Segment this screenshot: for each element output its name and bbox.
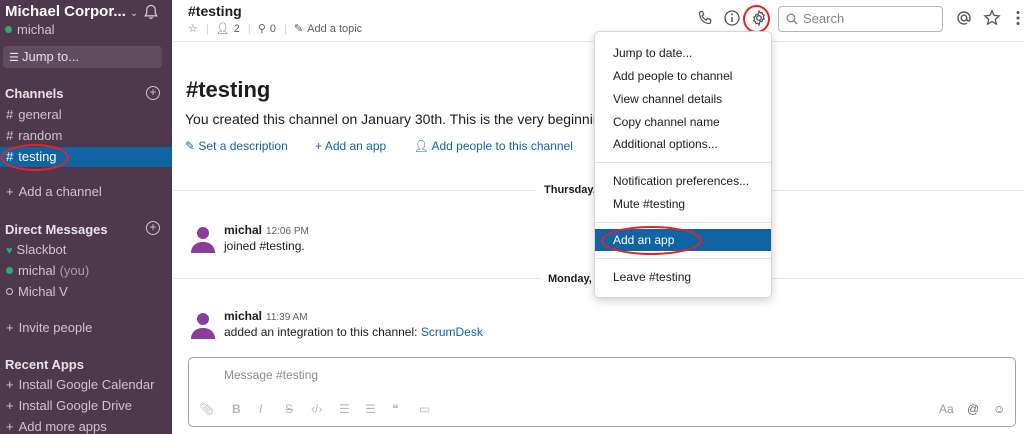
channel-intro-text: You created this channel on January 30th…	[185, 111, 601, 127]
channels-header[interactable]: Channels	[5, 86, 64, 101]
jump-to-button[interactable]: ☰ Jump to...	[3, 46, 162, 68]
ordered-list-icon[interactable]: ☰	[339, 402, 350, 416]
sidebar-app-google-calendar[interactable]: + Install Google Calendar	[0, 375, 172, 395]
avatar[interactable]	[188, 223, 218, 253]
bold-icon[interactable]: B	[232, 402, 241, 416]
channel-settings-menu: Jump to date... Add people to channel Vi…	[594, 31, 772, 298]
sidebar-channel-random[interactable]: # random	[0, 126, 172, 146]
code-block-icon[interactable]: ▭	[419, 402, 430, 416]
formatting-toggle[interactable]: Aa	[939, 402, 954, 416]
channel-meta: ☆ | 👤︎ 2 | ⚲ 0 | ✎ Add a topic	[188, 23, 363, 35]
strikethrough-icon[interactable]: S	[285, 402, 293, 416]
menu-divider	[595, 258, 771, 259]
composer-placeholder: Message #testing	[224, 368, 319, 382]
star-icon[interactable]	[983, 9, 1001, 27]
recent-apps-header: Recent Apps	[5, 357, 84, 372]
attachment-icon[interactable]: 📎︎	[199, 402, 214, 416]
add-topic-link[interactable]: Add a topic	[307, 23, 362, 35]
menu-item-additional-options[interactable]: Additional options...	[595, 133, 771, 155]
sidebar-dm-slackbot[interactable]: ♥ Slackbot	[0, 240, 172, 260]
info-icon[interactable]	[723, 9, 741, 27]
search-placeholder: Search	[803, 11, 845, 26]
menu-item-mute[interactable]: Mute #testing	[595, 193, 771, 215]
team-switcher[interactable]: Michael Corpor... ⌄	[5, 3, 165, 21]
menu-item-notification-prefs[interactable]: Notification preferences...	[595, 170, 771, 192]
menu-item-copy-name[interactable]: Copy channel name	[595, 111, 771, 133]
italic-icon[interactable]: I	[259, 402, 262, 416]
pin-count[interactable]: 0	[270, 23, 276, 35]
pencil-icon: ✎	[293, 23, 304, 35]
add-dm-plus-icon[interactable]: +	[146, 221, 160, 235]
presence-dot	[5, 26, 12, 33]
away-dot	[6, 288, 13, 295]
menu-divider	[595, 162, 771, 163]
bell-icon[interactable]	[143, 4, 159, 20]
phone-icon[interactable]	[696, 9, 714, 27]
sidebar: Michael Corpor... ⌄ michal ☰ Jump to... Ch…	[0, 0, 172, 434]
add-people-link[interactable]: 👤︎ Add people to this channel	[414, 139, 585, 153]
search-input[interactable]: Search	[778, 6, 943, 32]
code-icon[interactable]: ‹/›	[311, 402, 322, 416]
search-icon	[786, 13, 798, 25]
sidebar-channel-general[interactable]: # general	[0, 105, 172, 125]
heart-icon: ♥	[6, 245, 13, 257]
menu-item-leave[interactable]: Leave #testing	[595, 266, 771, 288]
add-channel-plus-icon[interactable]: +	[146, 86, 160, 100]
sidebar-app-google-drive[interactable]: + Install Google Drive	[0, 396, 172, 416]
mentions-icon[interactable]	[955, 9, 973, 27]
day-label-monday: Monday,	[540, 273, 600, 285]
star-icon[interactable]: ☆	[188, 23, 198, 35]
invite-people-button[interactable]: + Invite people	[0, 318, 172, 338]
sidebar-add-more-apps[interactable]: + Add more apps	[0, 417, 172, 434]
current-user[interactable]: michal	[5, 22, 55, 37]
quote-icon[interactable]: ❝	[392, 402, 398, 416]
annotation-circle-gear	[743, 5, 770, 33]
members-icon[interactable]: 👤︎	[216, 23, 230, 35]
jump-icon: ☰	[9, 52, 19, 64]
pin-icon[interactable]: ⚲	[258, 23, 266, 35]
channel-title: #testing	[188, 3, 242, 19]
add-channel-button[interactable]: + Add a channel	[0, 182, 172, 202]
message-text: added an integration to this channel: Sc…	[224, 325, 483, 339]
more-vertical-icon[interactable]	[1009, 9, 1024, 27]
menu-divider	[595, 222, 771, 223]
annotation-circle-add-app	[601, 226, 702, 255]
chevron-down-icon: ⌄	[129, 8, 139, 19]
menu-item-view-details[interactable]: View channel details	[595, 88, 771, 110]
message-author[interactable]: michal 12:06 PM	[224, 223, 309, 237]
add-app-link[interactable]: + Add an app	[315, 139, 398, 153]
annotation-circle-testing	[1, 144, 69, 171]
presence-dot	[6, 267, 13, 274]
message-author[interactable]: michal 11:39 AM	[224, 309, 308, 323]
bullet-list-icon[interactable]: ☰	[365, 402, 376, 416]
channel-intro-title: #testing	[186, 77, 271, 102]
integration-link[interactable]: ScrumDesk	[421, 325, 483, 339]
dm-header[interactable]: Direct Messages	[5, 222, 108, 237]
menu-item-add-people[interactable]: Add people to channel	[595, 65, 771, 87]
sidebar-dm-michal-v[interactable]: Michal V	[0, 282, 172, 302]
team-name[interactable]: Michael Corpor... ⌄	[5, 3, 138, 20]
jump-label: Jump to...	[22, 49, 80, 64]
message-text: joined #testing.	[224, 239, 305, 253]
sidebar-dm-michal[interactable]: michal (you)	[0, 261, 172, 281]
mention-icon[interactable]: @	[967, 402, 979, 416]
member-count[interactable]: 2	[234, 23, 240, 35]
message-time[interactable]: 11:39 AM	[266, 312, 308, 323]
emoji-icon[interactable]: ☺	[993, 402, 1005, 416]
channel-intro-links: ✎ Set a description + Add an app 👤︎ Add …	[185, 139, 597, 153]
message-composer[interactable]: Message #testing 📎︎ B I S ‹/› ☰ ☰ ❝ ▭ Aa…	[188, 357, 1016, 427]
menu-item-jump-to-date[interactable]: Jump to date...	[595, 42, 771, 64]
message-time[interactable]: 12:06 PM	[266, 226, 309, 237]
avatar[interactable]	[188, 309, 218, 339]
set-description-link[interactable]: ✎ Set a description	[185, 139, 300, 153]
